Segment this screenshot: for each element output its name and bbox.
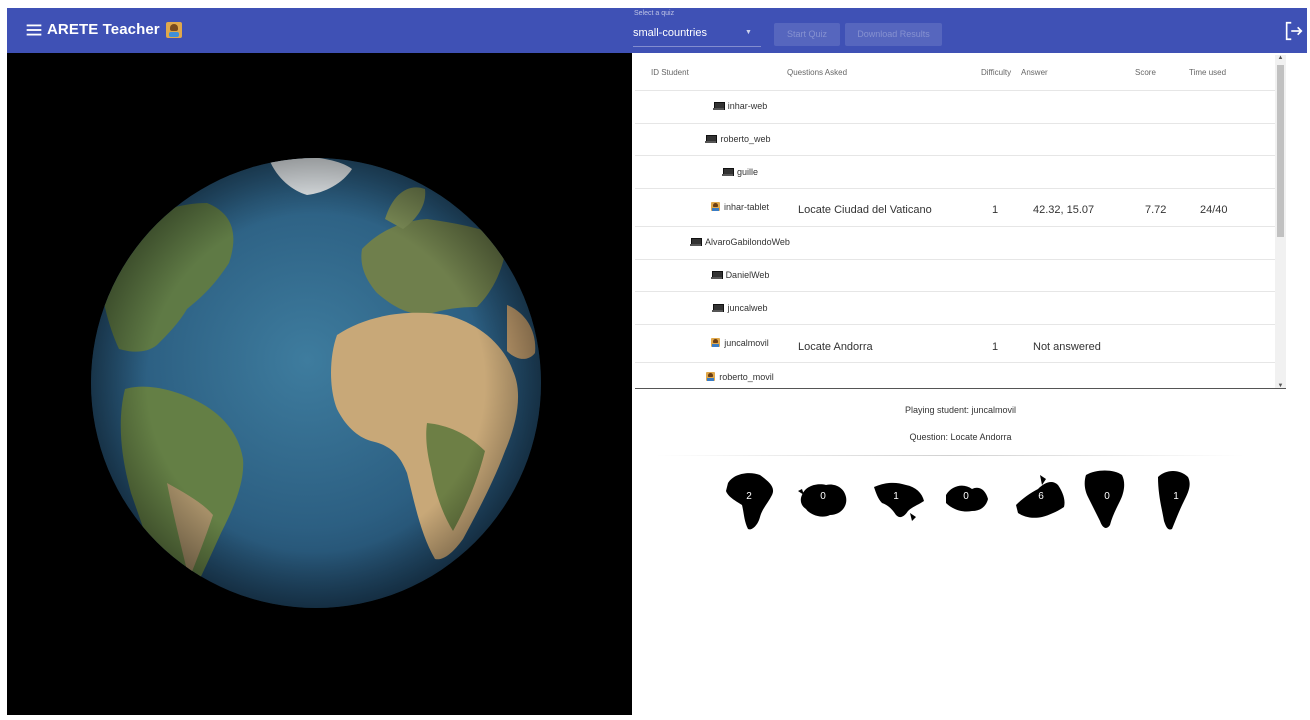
laptop-icon <box>712 304 725 312</box>
laptop-icon <box>705 135 718 143</box>
table-row[interactable]: AlvaroGabilondoWeb <box>635 227 1275 260</box>
mobile-icon <box>710 202 720 211</box>
difficulty-cell: 1 <box>992 204 999 216</box>
student-id: inhar-tablet <box>723 202 770 212</box>
results-table: ID Student Questions Asked Difficulty An… <box>635 55 1286 389</box>
south-america-count: 1 <box>1173 491 1179 502</box>
laptop-icon <box>710 271 723 279</box>
oceania-icon[interactable]: 0 <box>942 465 1002 535</box>
teacher-emoji-icon <box>165 21 182 38</box>
table-row[interactable]: roberto_movil <box>635 363 1275 388</box>
scroll-down-icon[interactable]: ▼ <box>1275 383 1286 388</box>
question-cell: Locate Andorra <box>798 341 873 353</box>
select-underline <box>633 46 761 47</box>
north-america-icon[interactable]: 0 <box>1080 465 1140 535</box>
antarctica-icon[interactable]: 0 <box>796 465 856 535</box>
quiz-select-value: small-countries <box>633 27 707 39</box>
download-results-button[interactable]: Download Results <box>845 23 942 46</box>
africa-count: 2 <box>746 491 752 502</box>
playing-student: Playing student: juncalmovil <box>904 405 1017 415</box>
continent-scores: 2 0 1 0 6 0 1 <box>720 465 1200 535</box>
mobile-icon <box>706 372 716 381</box>
mobile-icon <box>711 338 721 347</box>
student-id: roberto_movil <box>719 372 774 382</box>
quiz-select[interactable]: Select a quiz small-countries ▼ <box>633 8 771 53</box>
north-america-count: 0 <box>1104 491 1110 502</box>
laptop-icon <box>712 102 725 110</box>
south-america-icon[interactable]: 1 <box>1152 465 1212 535</box>
answer-cell: 42.32, 15.07 <box>1033 204 1095 216</box>
col-difficulty: Difficulty <box>981 68 1012 77</box>
score-cell: 7.72 <box>1145 204 1167 216</box>
student-id: roberto_web <box>720 134 771 144</box>
africa-icon[interactable]: 2 <box>720 465 780 535</box>
laptop-icon <box>690 238 703 246</box>
app-title: ARETE Teacher <box>47 21 160 38</box>
scrollbar-thumb[interactable] <box>1277 65 1284 237</box>
student-id: juncalmovil <box>724 338 769 348</box>
antarctica-count: 0 <box>820 491 826 502</box>
current-question: Question: Locate Andorra <box>909 432 1012 442</box>
menu-icon[interactable] <box>23 19 45 41</box>
table-row[interactable]: DanielWeb <box>635 260 1275 292</box>
earth-globe[interactable] <box>7 53 632 715</box>
student-id: AlvaroGabilondoWeb <box>705 237 790 247</box>
table-row[interactable]: guille <box>635 156 1275 189</box>
student-id: guille <box>736 167 758 177</box>
divider <box>655 455 1245 456</box>
asia-icon[interactable]: 1 <box>870 465 930 535</box>
table-row[interactable]: roberto_web <box>635 124 1275 156</box>
laptop-icon <box>721 168 734 176</box>
quiz-select-label: Select a quiz <box>634 10 675 17</box>
table-header: ID Student Questions Asked Difficulty An… <box>635 55 1275 91</box>
table-scrollbar[interactable]: ▲ ▼ <box>1275 55 1286 388</box>
col-score: Score <box>1135 68 1156 77</box>
start-quiz-button[interactable]: Start Quiz <box>774 23 840 46</box>
asia-count: 1 <box>893 491 899 502</box>
col-id-student: ID Student <box>651 68 689 77</box>
logout-icon[interactable] <box>1283 20 1305 42</box>
time-cell: 24/40 <box>1200 204 1228 216</box>
difficulty-cell: 1 <box>992 341 999 353</box>
globe-view[interactable] <box>7 53 632 715</box>
table-row[interactable]: juncalweb <box>635 292 1275 325</box>
answer-cell: Not answered <box>1033 341 1101 353</box>
student-id: DanielWeb <box>725 270 770 280</box>
europe-icon[interactable]: 6 <box>1012 465 1072 535</box>
app-title-wrap: ARETE Teacher <box>47 21 182 38</box>
chevron-down-icon: ▼ <box>745 29 752 36</box>
table-row[interactable]: inhar-tablet Locate Ciudad del Vaticano … <box>635 189 1275 227</box>
col-answer: Answer <box>1021 68 1048 77</box>
oceania-count: 0 <box>963 491 969 502</box>
col-time-used: Time used <box>1189 68 1227 77</box>
student-id: inhar-web <box>727 101 768 111</box>
col-questions-asked: Questions Asked <box>787 68 848 77</box>
scroll-up-icon[interactable]: ▲ <box>1275 55 1286 61</box>
student-id: juncalweb <box>727 303 768 313</box>
table-row[interactable]: juncalmovil Locate Andorra 1 Not answere… <box>635 325 1275 363</box>
app-bar: ARETE Teacher Select a quiz small-countr… <box>7 8 1307 53</box>
question-cell: Locate Ciudad del Vaticano <box>798 204 932 216</box>
europe-count: 6 <box>1038 491 1044 502</box>
table-row[interactable]: inhar-web <box>635 91 1275 124</box>
